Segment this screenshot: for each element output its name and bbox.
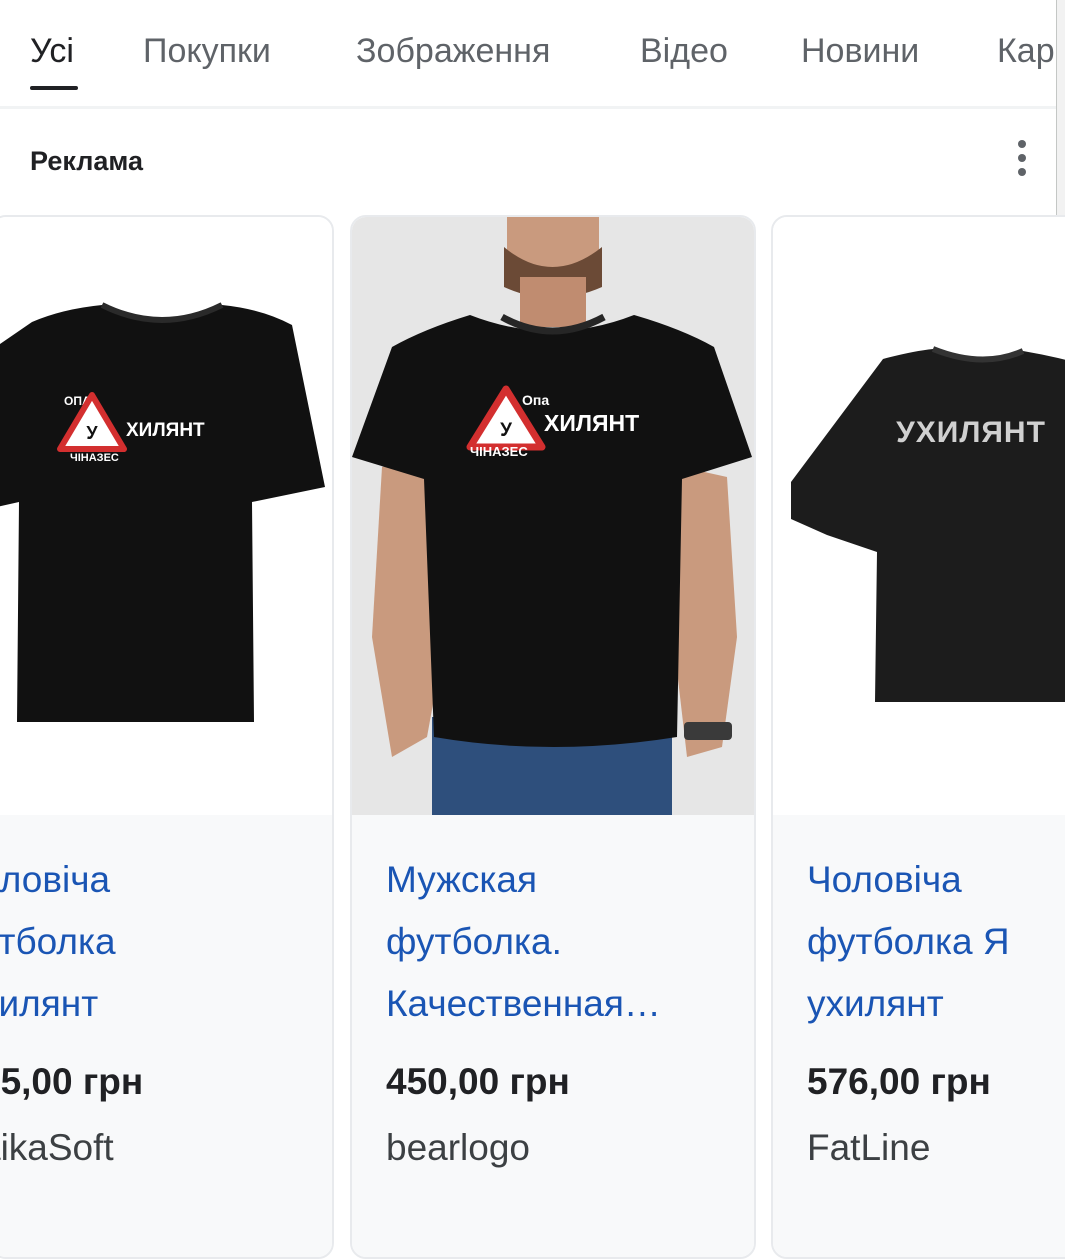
man-wearing-tshirt-photo: Опа У ХИЛЯНТ ЧІНАЗЕС <box>352 217 754 815</box>
product-price-2: 450,00 грн <box>386 1061 570 1102</box>
tab-images[interactable]: Зображення <box>356 32 550 71</box>
tab-all[interactable]: Усі <box>30 32 74 71</box>
title-line: Мужская <box>386 859 538 900</box>
title-line: Качественная… <box>386 983 661 1024</box>
product-image-2[interactable]: Опа У ХИЛЯНТ ЧІНАЗЕС <box>352 217 754 815</box>
product-seller-3: FatLine <box>807 1127 931 1168</box>
print-bottom-text: ЧІНАЗЕС <box>470 444 528 459</box>
tshirt-image: ОПА У ХИЛЯНТ ЧІНАЗЕС <box>0 302 325 722</box>
title-line: футболка. <box>386 921 562 962</box>
tab-shopping[interactable]: Покупки <box>143 32 271 71</box>
product-info-2: Мужская футболка. Качественная… 450,00 г… <box>352 815 754 1257</box>
print-main-text: УХИЛЯНТ <box>896 416 1046 449</box>
product-price-3: 576,00 грн <box>807 1061 991 1102</box>
product-seller-2: bearlogo <box>386 1127 531 1168</box>
title-line: футболка Я <box>807 921 1010 962</box>
print-top-text: Опа <box>522 392 549 408</box>
print-sign-letter: У <box>86 423 98 443</box>
tshirt-image: УХИЛЯНТ <box>791 346 1065 702</box>
search-tabs-bar: Усі Покупки Зображення Відео Новини Кар <box>0 0 1065 109</box>
tab-news[interactable]: Новини <box>801 32 919 71</box>
title-line: хилянт <box>0 983 99 1024</box>
product-seller-1: aikaSoft <box>0 1127 114 1168</box>
product-card-2[interactable]: Опа У ХИЛЯНТ ЧІНАЗЕС Мужская футболка. К… <box>350 215 756 1259</box>
title-line: Чоловіча <box>807 859 962 900</box>
product-title-3[interactable]: Чоловіча футболка Я ухилянт <box>807 849 1065 1035</box>
product-image-3[interactable]: УХИЛЯНТ <box>773 217 1065 815</box>
product-price-1: 95,00 грн <box>0 1061 144 1102</box>
product-card-1[interactable]: ОПА У ХИЛЯНТ ЧІНАЗЕС оловіча утболка хил… <box>0 215 334 1259</box>
product-info-3: Чоловіча футболка Я ухилянт 576,00 грн F… <box>773 815 1065 1257</box>
product-image-1[interactable]: ОПА У ХИЛЯНТ ЧІНАЗЕС <box>0 217 332 815</box>
print-bottom-text: ЧІНАЗЕС <box>70 452 119 464</box>
title-line: утболка <box>0 921 116 962</box>
product-title-1[interactable]: оловіча утболка хилянт <box>0 849 116 1035</box>
tab-maps[interactable]: Кар <box>997 32 1055 71</box>
tabs-divider <box>0 106 1065 109</box>
product-title-2[interactable]: Мужская футболка. Качественная… <box>386 849 746 1035</box>
product-info-1: оловіча утболка хилянт 95,00 грн aikaSof… <box>0 815 332 1257</box>
ads-section-label: Реклама <box>30 146 143 176</box>
print-sign-letter: У <box>500 420 512 441</box>
tab-videos[interactable]: Відео <box>640 32 728 71</box>
print-main-text: ХИЛЯНТ <box>126 420 205 441</box>
print-main-text: ХИЛЯНТ <box>544 410 639 436</box>
active-tab-indicator <box>30 86 78 90</box>
more-vert-icon[interactable] <box>1004 136 1040 180</box>
title-line: ухилянт <box>807 983 944 1024</box>
product-card-3[interactable]: УХИЛЯНТ Чоловіча футболка Я ухилянт 576,… <box>771 215 1065 1259</box>
title-line: оловіча <box>0 859 111 900</box>
